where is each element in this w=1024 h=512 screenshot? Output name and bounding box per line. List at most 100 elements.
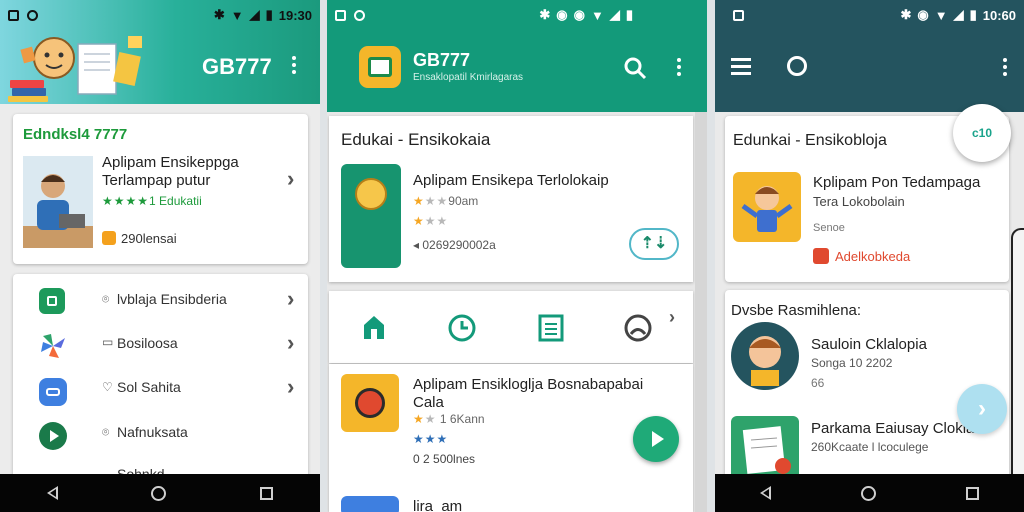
more-vert-icon[interactable]: [677, 58, 681, 76]
heart-icon: ♡: [102, 380, 113, 394]
download-count: ◂ 0269290002a: [413, 238, 496, 252]
section-title: Edunkai - Ensikobloja: [733, 132, 887, 149]
play-chat-icon: [39, 422, 67, 450]
avatar: [731, 322, 799, 390]
chevron-right-icon: ›: [978, 395, 986, 422]
status-bar: ✱ ▼ ◢ ▮ 19:30: [0, 0, 320, 30]
featured-app-meta: Senoe: [813, 222, 845, 234]
battery-icon: ▮: [969, 7, 977, 22]
signal-icon: ◢: [953, 7, 964, 22]
featured-app-title: Aplipam Ensikeppga Terlampap putur: [102, 154, 239, 189]
phone-screen-3: ✱ ◉ ▼ ◢ ▮ 10:60 Edunkai - Ensikobloja Kplipam…: [715, 0, 1024, 512]
recents-icon[interactable]: [260, 486, 274, 500]
chevron-right-icon: ›: [287, 330, 295, 355]
notification-icon: [733, 9, 744, 21]
recents-icon[interactable]: [966, 486, 979, 500]
rating-row: ★★ 1 6Kann: [413, 412, 485, 426]
more-vert-icon[interactable]: [1003, 58, 1007, 76]
list-app-subtitle: 260Kcaate l lcoculege: [811, 440, 929, 454]
chat-action-icon[interactable]: ⇡⇣: [629, 228, 679, 260]
status-bar: ✱ ◉ ◉ ▼ ◢ ▮: [327, 0, 707, 30]
featured-app-title: Kplipam Pon Tedampaga: [813, 174, 981, 191]
list-item[interactable]: ♡ Sol Sahita ›: [13, 366, 308, 410]
menu-icon[interactable]: [731, 58, 751, 75]
kid-app-icon: [733, 172, 801, 242]
list-item[interactable]: Aplipam Ensikloglja Bosnabapabai Cala ★★…: [329, 364, 693, 476]
bluetooth-icon: ✱: [213, 7, 225, 22]
featured-app-subtitle: Tera Lokobolain: [813, 194, 905, 209]
tab-bar: ›: [329, 291, 693, 363]
featured-info: 290lensai: [121, 231, 177, 246]
featured-app-title: Aplipam Ensikepa Terlolokaip: [413, 172, 609, 189]
wifi-icon: ▼: [590, 7, 604, 23]
notification-icon: [8, 9, 19, 21]
list-item[interactable]: ⌾ Nafnuksata: [13, 412, 308, 456]
chevron-right-icon: ›: [287, 374, 295, 399]
rating-row-2: ★★★: [413, 432, 449, 446]
more-vert-icon[interactable]: [292, 56, 296, 74]
search-icon[interactable]: [623, 56, 647, 80]
chevron-right-icon: ›: [287, 286, 295, 311]
bookmark-icon: ▭: [102, 335, 114, 349]
list-item-label: lvblaja Ensibderia: [117, 291, 227, 307]
home-nav-icon[interactable]: [151, 485, 167, 501]
home-icon[interactable]: [361, 313, 387, 341]
bluetooth-icon: ✱: [900, 7, 912, 22]
category-list: ⌾ lvblaja Ensibderia › ▭ Bosiloosa › ♡ S…: [13, 274, 308, 484]
message-icon: [39, 378, 67, 406]
side-panel-edge: [1011, 228, 1024, 478]
app-logo-icon: [359, 46, 401, 88]
scroll-edge: [695, 112, 707, 512]
battery-icon: ▮: [625, 7, 633, 22]
app-icon: [341, 164, 401, 268]
next-fab[interactable]: ›: [957, 384, 1007, 434]
shopping-bag-icon: [39, 288, 65, 314]
data-icon: ◉: [573, 7, 585, 22]
orange-badge-icon: [102, 231, 116, 245]
list-app-subtitle: Songa 10 2202: [811, 356, 893, 370]
circle-fab[interactable]: c10: [953, 104, 1011, 162]
list-app-meta: 66: [811, 376, 825, 390]
rating-row-2: ★★★: [413, 214, 449, 228]
clock-icon[interactable]: [447, 313, 477, 343]
list-item[interactable]: ▭ Bosiloosa ›: [13, 322, 308, 366]
signal-icon: ◢: [609, 7, 620, 22]
app-title: GB777: [202, 54, 272, 79]
back-icon[interactable]: [760, 486, 771, 500]
wifi-icon: ▼: [230, 7, 244, 23]
featured-card[interactable]: Edukai - Ensikokaia Aplipam Ensikepa Ter…: [329, 116, 693, 282]
battery-icon: ▮: [265, 7, 273, 22]
list-app-title: Parkama Eaiusay Clokla: [811, 420, 975, 437]
kid-reading-illustration: [8, 36, 142, 102]
list-item[interactable]: ⌾ lvblaja Ensibderia ›: [13, 274, 308, 318]
app-subtitle: Ensaklopatil Kmirlagaras: [413, 72, 524, 83]
back-icon[interactable]: [46, 486, 58, 500]
profile-icon[interactable]: [623, 313, 653, 343]
article-icon[interactable]: [537, 313, 565, 343]
list-item[interactable]: lira_am: [329, 488, 693, 512]
section-title: Edukai - Ensikokaia: [341, 130, 491, 149]
sync-icon: [354, 9, 365, 21]
location-pin-icon: ⌾: [102, 425, 110, 439]
list-app-title: Aplipam Ensikloglja Bosnabapabai Cala: [413, 376, 644, 411]
home-nav-icon[interactable]: [861, 485, 876, 501]
system-nav-bar: [715, 474, 1024, 512]
featured-card[interactable]: Edndksl4 7777 Aplipam Ensikeppga Terlamp…: [13, 114, 308, 264]
app-icon: [341, 496, 399, 512]
rating-row: ★★★90am: [413, 194, 479, 208]
notification-icon: [335, 9, 346, 21]
list-app-title: Sauloin Cklalopia: [811, 336, 927, 353]
location-pin-icon: ⌾: [102, 292, 110, 306]
chevron-right-icon[interactable]: ›: [287, 166, 294, 192]
fab-label: c10: [971, 126, 993, 140]
play-fab[interactable]: [633, 416, 679, 462]
featured-app-link[interactable]: Adelkobkeda: [835, 249, 910, 264]
list-item-label: Sol Sahita: [117, 379, 181, 395]
sub-section-title: Dvsbe Rasmihlena:: [731, 302, 862, 319]
list-app-footer: 0 2 500lnes: [413, 452, 476, 466]
man-laptop-illustration: [23, 156, 93, 248]
featured-rating: ★★★★1 Edukatii: [102, 194, 202, 208]
alarm-icon: ◉: [917, 7, 929, 22]
chevron-right-icon[interactable]: ›: [669, 307, 675, 328]
book-icon: [731, 416, 799, 480]
